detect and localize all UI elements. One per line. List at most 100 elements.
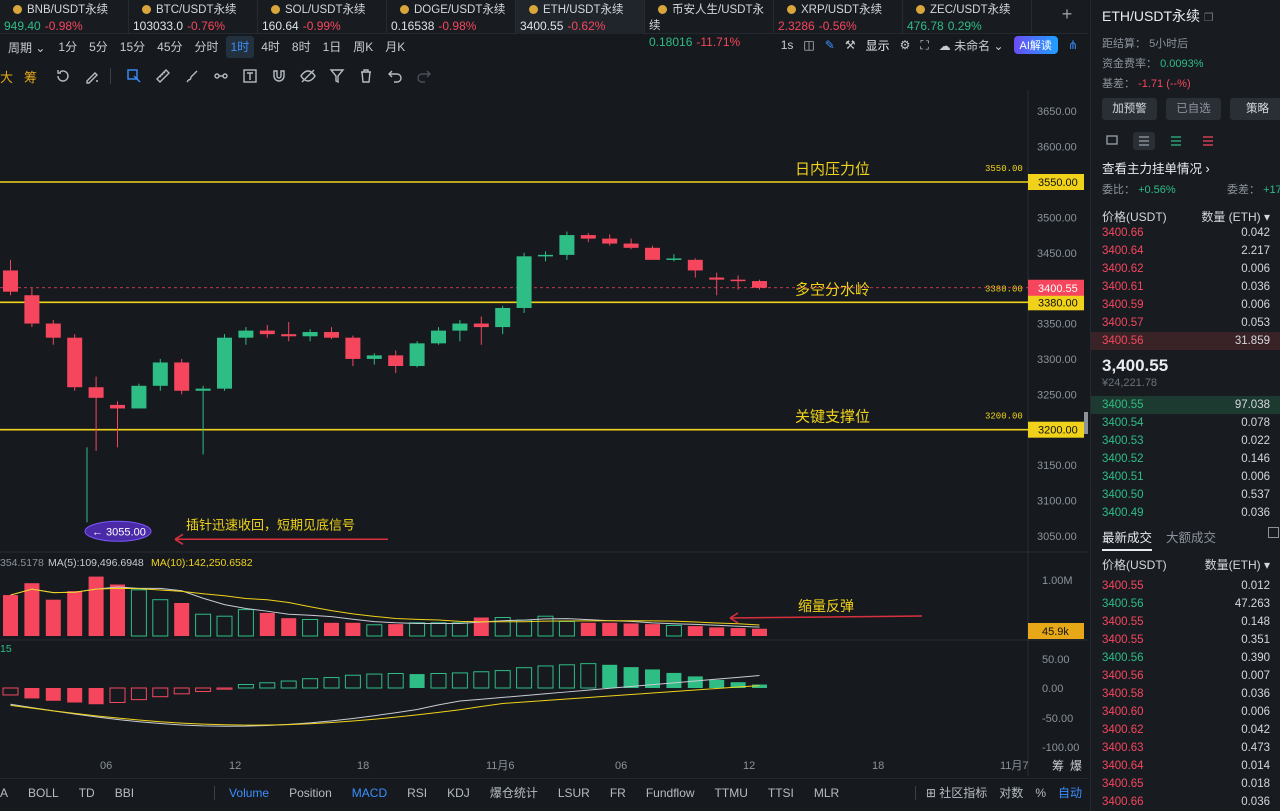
bid-row[interactable]: 3400.53 0.022: [1091, 432, 1280, 450]
select-tool-icon[interactable]: [122, 64, 146, 88]
book-qty-header[interactable]: 数量 (ETH) ▾: [1201, 208, 1270, 225]
brush-icon[interactable]: [180, 64, 204, 88]
bid-row[interactable]: 3400.50 0.537: [1091, 486, 1280, 504]
symbol-title[interactable]: ETH/USDT永续 ❐: [1102, 6, 1214, 26]
ticker-7[interactable]: ZEC/USDT永续 476.78 0.29%: [903, 0, 1032, 34]
trade-row[interactable]: 3400.55 0.012: [1091, 577, 1280, 595]
timeframe-2[interactable]: 15分: [115, 36, 150, 58]
price-chart[interactable]: 3650.00 3600.00 3550.00 3500.00 3450.00 3400.…: [0, 90, 1088, 776]
favorite-button[interactable]: 已自选: [1166, 98, 1221, 120]
trade-row[interactable]: 3400.56 47.263: [1091, 595, 1280, 613]
sub-indicator-2[interactable]: MACD: [342, 779, 397, 807]
ask-row[interactable]: 3400.56 31.859: [1091, 332, 1280, 350]
trade-row[interactable]: 3400.56 0.390: [1091, 649, 1280, 667]
timeframe-3[interactable]: 45分: [152, 36, 187, 58]
ticker-4[interactable]: ETH/USDT永续 3400.55 -0.62%: [516, 0, 645, 34]
toolbar-char-1[interactable]: 大: [0, 67, 20, 86]
trade-row[interactable]: 3400.63 0.473: [1091, 739, 1280, 757]
tab-large-trades[interactable]: 大额成交: [1166, 527, 1216, 551]
bid-row[interactable]: 3400.55 97.038: [1091, 396, 1280, 414]
ticker-2[interactable]: SOL/USDT永续 160.64 -0.99%: [258, 0, 387, 34]
display-button[interactable]: 显示: [866, 37, 890, 54]
share-icon[interactable]: ⋔: [1068, 38, 1078, 52]
percent-scale-button[interactable]: %: [1029, 779, 1052, 807]
layout-dropdown[interactable]: ☁ 未命名 ⌄: [939, 37, 1004, 54]
eraser-icon[interactable]: [80, 64, 104, 88]
tab-latest-trades[interactable]: 最新成交: [1102, 527, 1153, 551]
community-indicators-button[interactable]: ⊞ 社区指标: [920, 779, 993, 807]
overlay-indicator-2[interactable]: TD: [69, 779, 105, 807]
timeframe-10[interactable]: 月K: [380, 36, 410, 58]
toolbar-char-2[interactable]: 筹: [24, 67, 46, 86]
trade-row[interactable]: 3400.58 0.036: [1091, 685, 1280, 703]
checkbox-filter[interactable]: [1268, 527, 1279, 538]
sub-indicator-7[interactable]: FR: [600, 779, 636, 807]
sub-indicator-9[interactable]: TTMU: [705, 779, 758, 807]
settings-icon[interactable]: ⚙: [900, 38, 911, 52]
overlay-indicator-1[interactable]: BOLL: [18, 779, 69, 807]
strategy-button[interactable]: 策略: [1230, 98, 1280, 120]
overlay-indicator-0[interactable]: A: [0, 779, 18, 807]
bid-row[interactable]: 3400.54 0.078: [1091, 414, 1280, 432]
sub-indicator-4[interactable]: KDJ: [437, 779, 480, 807]
pen-icon[interactable]: ✎: [825, 38, 835, 52]
timeframe-9[interactable]: 周K: [348, 36, 378, 58]
sub-indicator-3[interactable]: RSI: [397, 779, 437, 807]
trade-row[interactable]: 3400.56 0.007: [1091, 667, 1280, 685]
auto-scale-button[interactable]: 自动: [1052, 779, 1088, 807]
ai-analysis-button[interactable]: AI解读: [1013, 36, 1058, 54]
trade-row[interactable]: 3400.62 0.042: [1091, 721, 1280, 739]
pattern-icon[interactable]: [209, 64, 233, 88]
redo-icon[interactable]: [412, 64, 436, 88]
hide-icon[interactable]: [296, 64, 320, 88]
text-tool-icon[interactable]: [238, 64, 262, 88]
ticker-0[interactable]: BNB/USDT永续 949.40 -0.98%: [0, 0, 129, 34]
ticker-1[interactable]: BTC/USDT永续 103033.0 -0.76%: [129, 0, 258, 34]
refresh-icon[interactable]: [51, 64, 75, 88]
book-bids-icon[interactable]: [1165, 132, 1187, 150]
ask-row[interactable]: 3400.62 0.006: [1091, 260, 1280, 278]
trade-qty-header[interactable]: 数量(ETH) ▾: [1205, 556, 1270, 573]
sub-indicator-0[interactable]: Volume: [219, 779, 279, 807]
trash-icon[interactable]: [354, 64, 378, 88]
trade-row[interactable]: 3400.60 0.006: [1091, 703, 1280, 721]
undo-icon[interactable]: [383, 64, 407, 88]
bid-row[interactable]: 3400.52 0.146: [1091, 450, 1280, 468]
trade-row[interactable]: 3400.65 0.018: [1091, 775, 1280, 793]
timeframe-0[interactable]: 1分: [53, 36, 82, 58]
ticker-6[interactable]: XRP/USDT永续 2.3286 -0.56%: [774, 0, 903, 34]
tools-icon[interactable]: ⚒: [845, 38, 856, 52]
period-dropdown[interactable]: 周期 ⌄: [8, 39, 45, 56]
ticker-3[interactable]: DOGE/USDT永续 0.16538 -0.98%: [387, 0, 516, 34]
overlay-indicator-3[interactable]: BBI: [105, 779, 144, 807]
trade-row[interactable]: 3400.55 0.351: [1091, 631, 1280, 649]
magnet-icon[interactable]: [267, 64, 291, 88]
timeframe-6[interactable]: 4时: [256, 36, 285, 58]
trade-row[interactable]: 3400.55 0.148: [1091, 613, 1280, 631]
sub-indicator-11[interactable]: MLR: [804, 779, 849, 807]
bid-row[interactable]: 3400.51 0.006: [1091, 468, 1280, 486]
timeframe-7[interactable]: 8时: [287, 36, 316, 58]
ask-row[interactable]: 3400.57 0.053: [1091, 314, 1280, 332]
timeframe-1[interactable]: 5分: [84, 36, 113, 58]
trade-row[interactable]: 3400.64 0.014: [1091, 757, 1280, 775]
chart-canvas[interactable]: 3650.00 3600.00 3550.00 3500.00 3450.00 3400.…: [0, 90, 1088, 776]
copy-icon[interactable]: ❐: [1204, 12, 1214, 24]
ask-row[interactable]: 3400.64 2.217: [1091, 242, 1280, 260]
book-both-icon[interactable]: [1133, 132, 1155, 150]
sub-indicator-5[interactable]: 爆仓统计: [480, 779, 548, 807]
sub-indicator-10[interactable]: TTSI: [758, 779, 804, 807]
main-orders-link[interactable]: 查看主力挂单情况 ›: [1102, 158, 1210, 177]
ask-row[interactable]: 3400.61 0.036: [1091, 278, 1280, 296]
ask-row[interactable]: 3400.59 0.006: [1091, 296, 1280, 314]
sub-indicator-1[interactable]: Position: [279, 779, 342, 807]
ruler-icon[interactable]: [151, 64, 175, 88]
add-alert-button[interactable]: 加预警: [1102, 98, 1157, 120]
trade-row[interactable]: 3400.66 0.036: [1091, 793, 1280, 811]
book-asks-icon[interactable]: [1197, 132, 1219, 150]
ticker-5[interactable]: 币安人生/USDT永续 0.18016 -11.71%: [645, 0, 774, 49]
sub-indicator-8[interactable]: Fundflow: [636, 779, 705, 807]
chat-icon[interactable]: [1101, 132, 1123, 150]
ask-row[interactable]: 3400.66 0.042: [1091, 224, 1280, 242]
log-scale-button[interactable]: 对数: [993, 779, 1029, 807]
